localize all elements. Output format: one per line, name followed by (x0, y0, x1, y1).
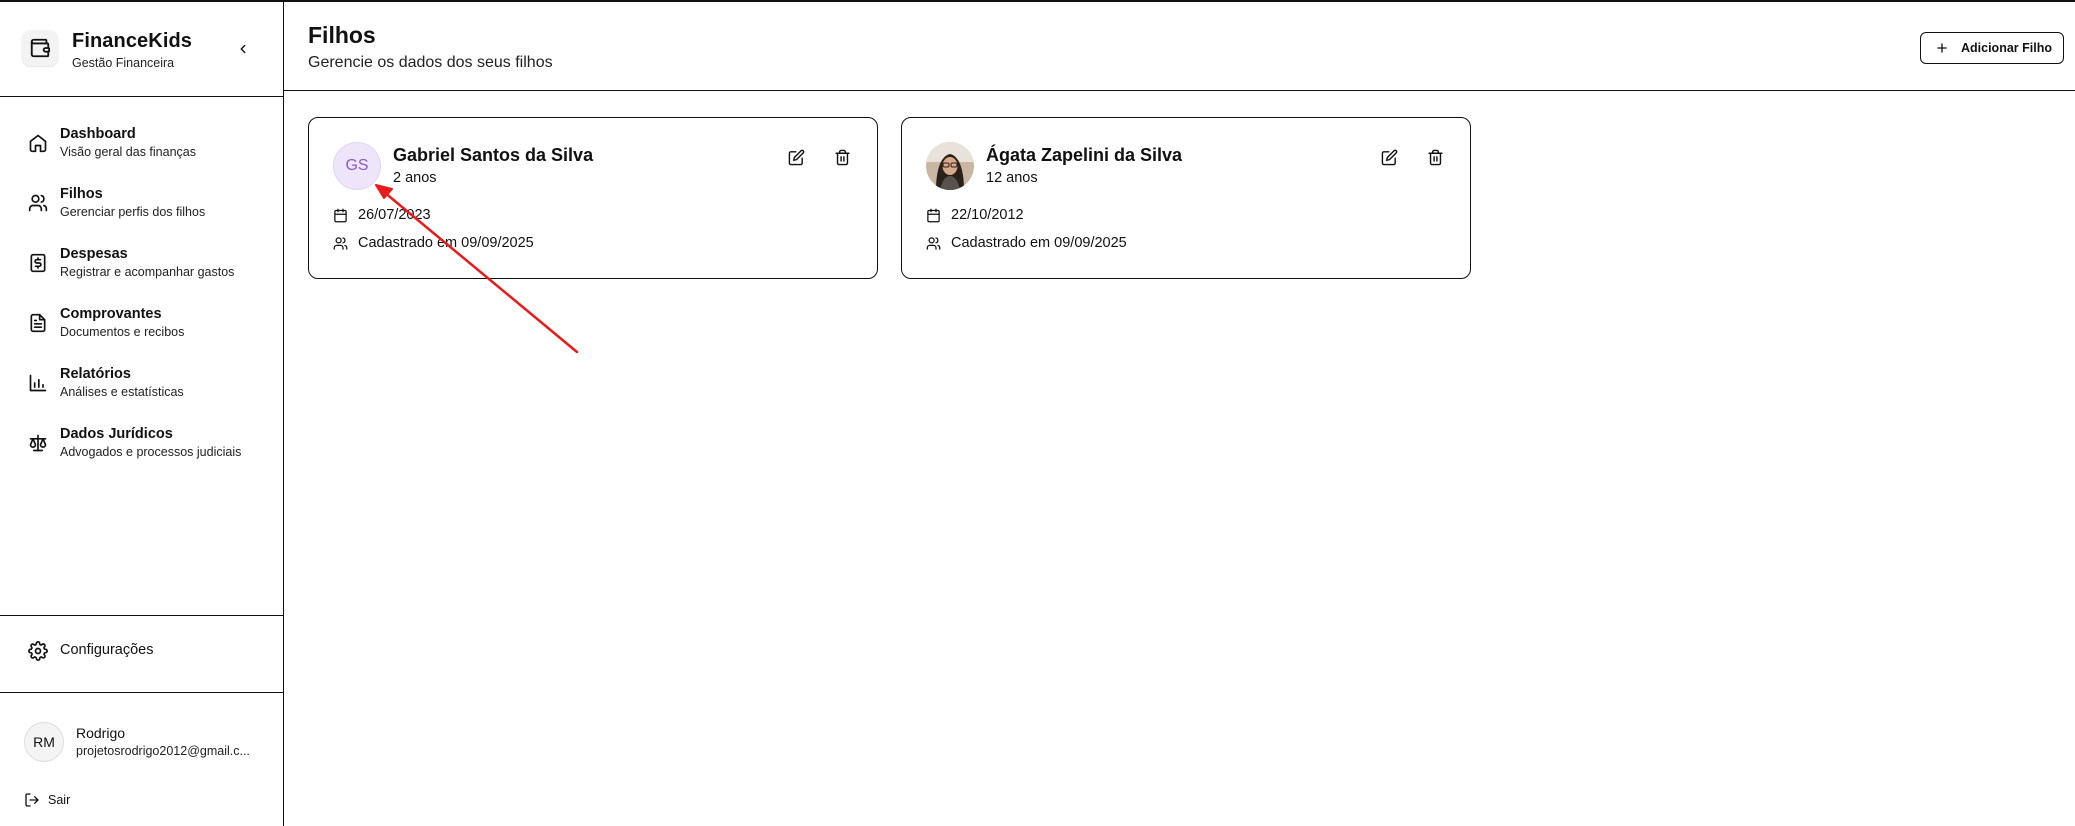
app-root: FinanceKids Gestão Financeira Dashboard … (0, 0, 2075, 826)
annotation-arrow (375, 184, 579, 354)
